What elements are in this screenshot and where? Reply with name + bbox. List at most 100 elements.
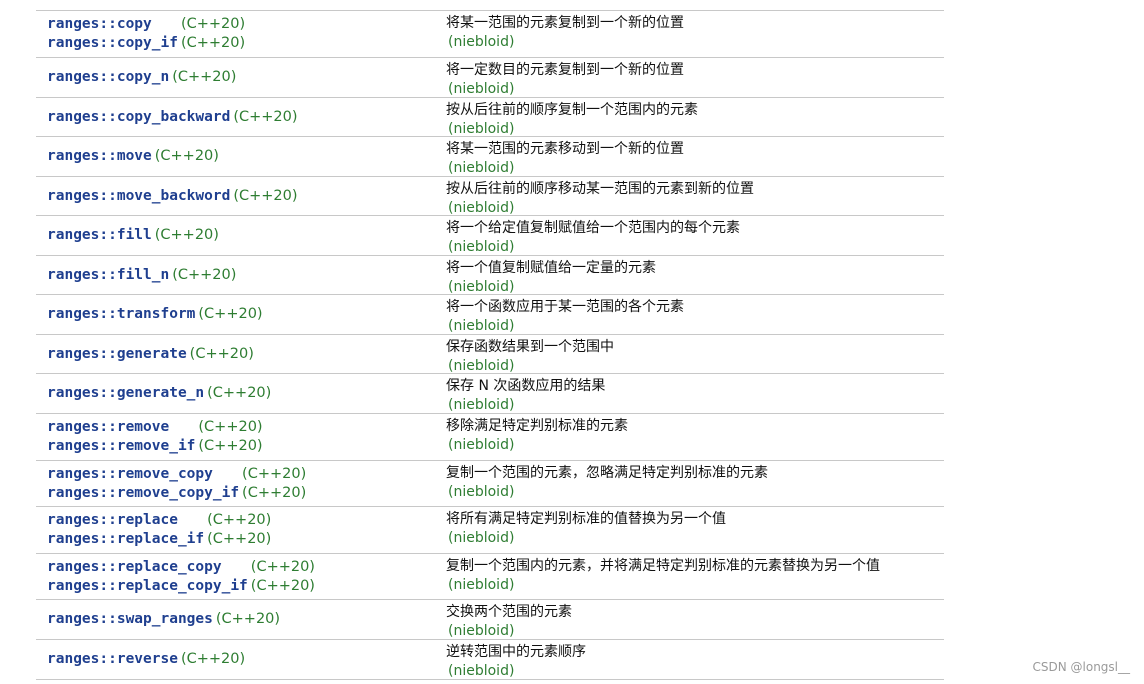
niebloid-tag: (niebloid): [448, 530, 515, 546]
version-badge: (C++20): [250, 558, 315, 575]
niebloid-tag: (niebloid): [448, 318, 515, 334]
version-badge: (C++20): [198, 419, 263, 435]
description-cell: 复制一个范围内的元素，并将满足特定判别标准的元素替换为另一个值 (niebloid…: [446, 554, 944, 599]
description-text: 交换两个范围的元素: [446, 604, 572, 620]
function-link[interactable]: ranges::remove_copy_if: [47, 484, 239, 503]
function-entry: ranges::fill_n (C++20): [47, 266, 446, 285]
function-link[interactable]: ranges::replace: [47, 511, 204, 530]
version-badge: (C++20): [233, 108, 298, 125]
version-badge: (C++20): [207, 385, 272, 401]
function-entry: ranges::move (C++20): [47, 147, 446, 166]
description-cell: 将某一范围的元素移动到一个新的位置 (niebloid): [446, 137, 944, 176]
niebloid-tag: (niebloid): [448, 577, 515, 593]
function-entry: ranges::copy (C++20): [47, 15, 446, 34]
function-link[interactable]: ranges::move_backword: [47, 187, 230, 206]
niebloid-tag: (niebloid): [448, 663, 515, 679]
function-link[interactable]: ranges::copy_n: [47, 68, 169, 87]
version-badge: (C++20): [215, 611, 281, 627]
function-cell: ranges::generate (C++20): [36, 335, 446, 373]
function-cell: ranges::fill_n (C++20): [36, 256, 446, 294]
function-cell: ranges::transform (C++20): [36, 295, 446, 334]
function-entry: ranges::replace (C++20): [47, 511, 446, 530]
version-badge: (C++20): [154, 227, 219, 243]
function-link[interactable]: ranges::move: [47, 147, 152, 166]
niebloid-tag: (niebloid): [448, 160, 515, 176]
function-entry: ranges::transform (C++20): [47, 305, 446, 324]
niebloid-tag: (niebloid): [448, 239, 515, 255]
function-link[interactable]: ranges::remove_if: [47, 437, 195, 456]
description-text: 将所有满足特定判别标准的值替换为另一个值: [446, 511, 726, 527]
algorithm-table: ranges::copy (C++20) ranges::copy_if (C++20…: [36, 10, 944, 680]
description-text: 逆转范围中的元素顺序: [446, 644, 586, 660]
version-badge: (C++20): [154, 148, 219, 164]
description-text: 复制一个范围内的元素，并将满足特定判别标准的元素替换为另一个值: [446, 558, 880, 574]
function-link[interactable]: ranges::replace_if: [47, 530, 204, 549]
table-row: ranges::copy_n (C++20) 将一定数目的元素复制到一个新的位置 (n…: [36, 58, 944, 98]
description-cell: 将一定数目的元素复制到一个新的位置 (niebloid): [446, 58, 944, 97]
table-row: ranges::remove (C++20) ranges::remove_if (C…: [36, 414, 944, 461]
function-link[interactable]: ranges::generate_n: [47, 384, 204, 403]
function-entry: ranges::generate (C++20): [47, 345, 446, 364]
function-link[interactable]: ranges::fill_n: [47, 266, 169, 285]
version-badge: (C++20): [172, 266, 237, 283]
function-link[interactable]: ranges::fill: [47, 226, 152, 245]
function-cell: ranges::remove (C++20) ranges::remove_if (C…: [36, 414, 446, 460]
description-text: 将一个值复制赋值给一定量的元素: [446, 260, 656, 276]
function-link[interactable]: ranges::swap_ranges: [47, 610, 213, 629]
niebloid-tag: (niebloid): [448, 397, 515, 413]
function-entry: ranges::replace_if (C++20): [47, 530, 446, 549]
description-cell: 将一个值复制赋值给一定量的元素 (niebloid): [446, 256, 944, 295]
table-row: ranges::fill (C++20) 将一个给定值复制赋值给一个范围内的每个元素…: [36, 216, 944, 256]
version-badge: (C++20): [198, 438, 263, 454]
description-cell: 移除满足特定判别标准的元素 (niebloid): [446, 414, 944, 460]
version-badge: (C++20): [180, 35, 246, 51]
function-link[interactable]: ranges::replace_copy: [47, 558, 248, 577]
niebloid-tag: (niebloid): [448, 437, 515, 453]
version-badge: (C++20): [180, 16, 246, 32]
function-cell: ranges::move_backword (C++20): [36, 177, 446, 215]
function-link[interactable]: ranges::generate: [47, 345, 187, 364]
niebloid-tag: (niebloid): [448, 81, 515, 97]
description-cell: 将一个函数应用于某一范围的各个元素 (niebloid): [446, 295, 944, 334]
function-entry: ranges::remove_copy (C++20): [47, 465, 446, 484]
description-text: 按从后往前的顺序移动某一范围的元素到新的位置: [446, 181, 754, 197]
description-text: 将某一范围的元素移动到一个新的位置: [446, 141, 684, 157]
function-entry: ranges::replace_copy (C++20): [47, 558, 446, 577]
function-cell: ranges::copy_n (C++20): [36, 58, 446, 97]
function-entry: ranges::remove_if (C++20): [47, 437, 446, 456]
function-link[interactable]: ranges::copy: [47, 15, 178, 34]
description-cell: 将所有满足特定判别标准的值替换为另一个值 (niebloid): [446, 507, 944, 553]
function-entry: ranges::copy_n (C++20): [47, 68, 446, 87]
function-cell: ranges::swap_ranges (C++20): [36, 600, 446, 639]
niebloid-tag: (niebloid): [448, 623, 515, 639]
table-row: ranges::move (C++20) 将某一范围的元素移动到一个新的位置 (nie…: [36, 137, 944, 177]
version-badge: (C++20): [233, 187, 298, 204]
description-cell: 按从后往前的顺序复制一个范围内的元素 (niebloid): [446, 98, 944, 137]
function-link[interactable]: ranges::copy_if: [47, 34, 178, 53]
table-row: ranges::swap_ranges (C++20) 交换两个范围的元素 (nieb…: [36, 600, 944, 640]
function-link[interactable]: ranges::transform: [47, 305, 195, 324]
function-entry: ranges::remove_copy_if (C++20): [47, 484, 446, 503]
function-entry: ranges::generate_n (C++20): [47, 384, 446, 403]
version-badge: (C++20): [242, 484, 307, 501]
description-text: 将一个给定值复制赋值给一个范围内的每个元素: [446, 220, 740, 236]
version-badge: (C++20): [242, 465, 307, 482]
function-cell: ranges::copy (C++20) ranges::copy_if (C++20…: [36, 11, 446, 57]
description-text: 复制一个范围的元素，忽略满足特定判别标准的元素: [446, 465, 768, 481]
table-row: ranges::generate_n (C++20) 保存 N 次函数应用的结果 (n…: [36, 374, 944, 414]
function-link[interactable]: ranges::copy_backward: [47, 108, 230, 127]
version-badge: (C++20): [180, 651, 246, 667]
description-cell: 保存函数结果到一个范围中 (niebloid): [446, 335, 944, 374]
watermark: CSDN @longsl__: [1032, 660, 1130, 674]
function-link[interactable]: ranges::remove: [47, 418, 195, 437]
description-text: 保存函数结果到一个范围中: [446, 339, 614, 355]
function-entry: ranges::swap_ranges (C++20): [47, 610, 446, 629]
function-entry: ranges::copy_backward (C++20): [47, 108, 446, 127]
function-entry: ranges::copy_if (C++20): [47, 34, 446, 53]
function-link[interactable]: ranges::reverse: [47, 650, 178, 669]
version-badge: (C++20): [207, 512, 272, 528]
function-link[interactable]: ranges::replace_copy_if: [47, 577, 248, 596]
description-text: 将一个函数应用于某一范围的各个元素: [446, 299, 684, 315]
function-link[interactable]: ranges::remove_copy: [47, 465, 239, 484]
version-badge: (C++20): [172, 69, 237, 85]
